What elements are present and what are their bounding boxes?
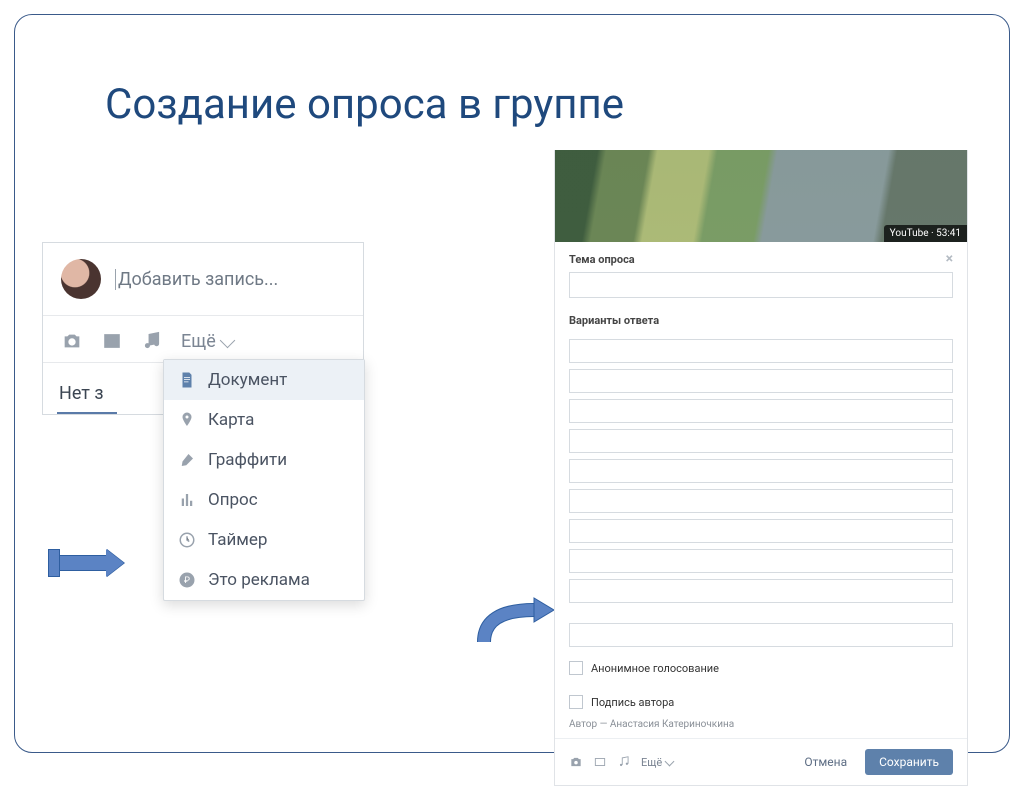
option-input[interactable] <box>569 549 953 573</box>
option-input[interactable] <box>569 369 953 393</box>
pointer-arrow-curved <box>474 592 558 652</box>
option-input[interactable] <box>569 489 953 513</box>
checkbox-anon[interactable] <box>569 661 583 675</box>
music-icon[interactable] <box>141 330 163 352</box>
brush-icon <box>178 451 196 469</box>
poll-topic-label: Тема опроса <box>569 253 635 266</box>
options-section: Варианты ответа <box>555 304 967 333</box>
more-label: Ещё <box>181 331 216 352</box>
options-label: Варианты ответа <box>569 314 659 327</box>
avatar <box>61 259 101 299</box>
author-line: Автор — Анастасия Катериночкина <box>555 715 967 738</box>
cover-image: YouTube · 53:41 <box>555 150 967 242</box>
signature-label: Подпись автора <box>591 696 674 709</box>
poll-topic-section: Тема опроса × <box>555 242 967 304</box>
attach-icons: Ещё <box>43 316 363 362</box>
option-input[interactable] <box>569 429 953 453</box>
option-input[interactable] <box>569 579 953 603</box>
poll-editor-panel: YouTube · 53:41 Тема опроса × Варианты о… <box>554 150 968 786</box>
active-tab-underline <box>57 412 117 414</box>
map-pin-icon <box>178 411 196 429</box>
signature-row[interactable]: Подпись автора <box>555 689 967 715</box>
menu-item-timer[interactable]: Таймер <box>164 520 364 560</box>
poll-icon <box>178 491 196 509</box>
attach-dropdown: Документ Карта Граффити Опрос Таймер ₽ Э… <box>163 359 365 601</box>
chevron-down-icon <box>665 756 675 766</box>
menu-item-graffiti[interactable]: Граффити <box>164 440 364 480</box>
menu-item-ads[interactable]: ₽ Это реклама <box>164 560 364 600</box>
compose-panel: Добавить запись... Ещё Нет з Документ Ка… <box>42 242 364 415</box>
menu-item-document[interactable]: Документ <box>164 360 364 400</box>
compose-placeholder: Добавить запись... <box>115 269 278 290</box>
clock-icon <box>178 531 196 549</box>
more-dropdown-trigger[interactable]: Ещё <box>181 331 233 352</box>
chevron-down-icon <box>220 332 236 348</box>
options-list <box>555 339 967 655</box>
svg-text:₽: ₽ <box>184 576 190 586</box>
save-button[interactable]: Сохранить <box>865 749 953 775</box>
option-input[interactable] <box>569 519 953 543</box>
ruble-icon: ₽ <box>178 571 196 589</box>
checkbox-signature[interactable] <box>569 695 583 709</box>
document-icon <box>178 371 196 389</box>
poll-topic-input[interactable] <box>569 272 953 298</box>
youtube-badge: YouTube · 53:41 <box>884 225 967 242</box>
video-icon[interactable] <box>101 330 123 352</box>
pointer-arrow-left <box>48 549 124 577</box>
menu-item-poll[interactable]: Опрос <box>164 480 364 520</box>
compose-row[interactable]: Добавить запись... <box>43 243 363 316</box>
cancel-button[interactable]: Отмена <box>796 750 855 774</box>
close-icon[interactable]: × <box>946 252 953 266</box>
option-input[interactable] <box>569 459 953 483</box>
option-input[interactable] <box>569 339 953 363</box>
camera-icon[interactable] <box>61 330 83 352</box>
option-input[interactable] <box>569 623 953 647</box>
option-input[interactable] <box>569 399 953 423</box>
editor-footer: Ещё Отмена Сохранить <box>555 738 967 785</box>
anon-label: Анонимное голосование <box>591 662 719 675</box>
anonymous-row[interactable]: Анонимное голосование <box>555 655 967 681</box>
menu-item-map[interactable]: Карта <box>164 400 364 440</box>
slide-title: Создание опроса в группе <box>105 80 624 129</box>
